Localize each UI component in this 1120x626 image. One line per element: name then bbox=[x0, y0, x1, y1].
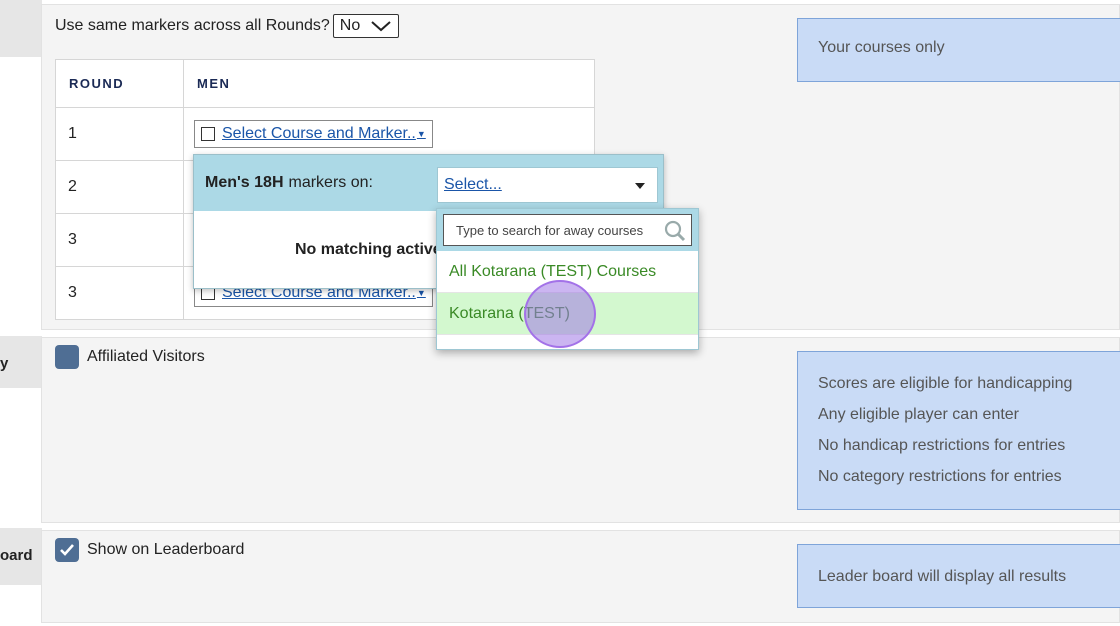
course-marker-picker[interactable]: Select Course and Marker.. ▼ bbox=[194, 120, 433, 148]
course-search-wrap: Type to search for away courses bbox=[437, 209, 698, 251]
section-label-leaderboard: oard bbox=[0, 547, 33, 564]
affiliated-visitors-label: Affiliated Visitors bbox=[87, 348, 205, 365]
column-header-men: MEN bbox=[183, 59, 595, 108]
show-leaderboard-row: Show on Leaderboard bbox=[55, 538, 244, 562]
marker-popup-title-rest: markers on: bbox=[288, 174, 373, 191]
left-label-strip-markers bbox=[0, 0, 42, 57]
leaderboard-info-box: Leader board will display all results bbox=[797, 544, 1120, 608]
courses-info-text: Your courses only bbox=[818, 39, 945, 56]
search-icon[interactable] bbox=[664, 220, 686, 242]
eligibility-info-box: Scores are eligible for handicapping Any… bbox=[797, 351, 1120, 510]
round-number: 3 bbox=[55, 213, 184, 267]
section-label-visitors: y bbox=[0, 355, 9, 372]
round-number: 3 bbox=[55, 266, 184, 320]
click-indicator bbox=[524, 280, 596, 348]
chevron-down-icon bbox=[371, 21, 391, 32]
leaderboard-info-text: Leader board will display all results bbox=[818, 568, 1067, 585]
dropdown-triangle-icon: ▼ bbox=[416, 129, 426, 139]
no-match-message: No matching active bbox=[295, 241, 442, 258]
marker-popup-title-bold: Men's 18H bbox=[205, 174, 284, 191]
same-markers-row: Use same markers across all Rounds? No bbox=[55, 14, 400, 38]
dropdown-triangle-icon: ▼ bbox=[416, 288, 426, 298]
course-picker-label: Select Course and Marker.. bbox=[222, 125, 416, 142]
round-number: 2 bbox=[55, 160, 184, 214]
same-markers-label: Use same markers across all Rounds? bbox=[55, 17, 330, 34]
show-leaderboard-checkbox[interactable] bbox=[55, 538, 79, 562]
table-row: 1 Select Course and Marker.. ▼ bbox=[55, 107, 595, 161]
round-number: 1 bbox=[55, 107, 184, 161]
marker-course-select[interactable]: Select... bbox=[437, 167, 658, 203]
eligibility-line: Scores are eligible for handicapping bbox=[818, 375, 1073, 392]
courses-info-box: Your courses only bbox=[797, 18, 1120, 82]
same-markers-value: No bbox=[339, 17, 361, 34]
same-markers-select[interactable]: No bbox=[332, 14, 400, 38]
round-checkbox[interactable] bbox=[201, 127, 215, 141]
eligibility-line: No handicap restrictions for entries bbox=[818, 437, 1066, 454]
affiliated-visitors-row: Affiliated Visitors bbox=[55, 345, 205, 369]
men-cell: Select Course and Marker.. ▼ bbox=[183, 107, 595, 161]
table-header-row: ROUND MEN bbox=[55, 59, 595, 108]
eligibility-line: No category restrictions for entries bbox=[818, 468, 1062, 485]
show-leaderboard-label: Show on Leaderboard bbox=[87, 541, 245, 558]
checkmark-icon bbox=[60, 544, 74, 556]
caret-down-icon bbox=[635, 183, 645, 189]
eligibility-line: Any eligible player can enter bbox=[818, 406, 1020, 423]
affiliated-visitors-checkbox[interactable] bbox=[55, 345, 79, 369]
marker-select-value: Select... bbox=[444, 176, 502, 193]
course-search-input[interactable]: Type to search for away courses bbox=[443, 214, 692, 246]
course-search-placeholder: Type to search for away courses bbox=[456, 222, 644, 238]
column-header-round: ROUND bbox=[55, 59, 184, 108]
